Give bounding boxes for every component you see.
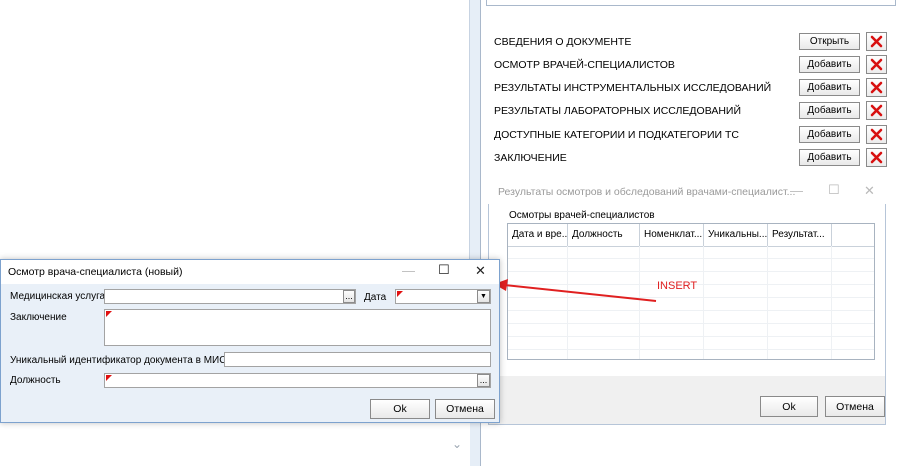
required-marker (106, 375, 112, 381)
date-dropdown-button[interactable]: ▼ (477, 290, 490, 303)
uid-field[interactable] (224, 352, 491, 367)
grid-column-header[interactable]: Уникальны... (704, 224, 768, 246)
section-label-instrumental: РЕЗУЛЬТАТЫ ИНСТРУМЕНТАЛЬНЫХ ИССЛЕДОВАНИЙ (494, 82, 772, 94)
exam-ok-button[interactable]: Ok (370, 399, 430, 419)
grid-header: Дата и вре... Должность Номенклат... Уни… (508, 224, 874, 247)
section-label-laboratory: РЕЗУЛЬТАТЫ ЛАБОРАТОРНЫХ ИССЛЕДОВАНИЙ (494, 105, 742, 117)
required-marker (397, 291, 403, 297)
section-label-specialists: ОСМОТР ВРАЧЕЙ-СПЕЦИАЛИСТОВ (494, 59, 675, 71)
minimize-icon[interactable]: — (790, 183, 803, 198)
section-label-conclusion: ЗАКЛЮЧЕНИЕ (494, 152, 567, 164)
annotation-arrow (494, 279, 657, 302)
delete-laboratory-button[interactable] (866, 101, 887, 120)
add-categories-button[interactable]: Добавить (799, 126, 860, 143)
add-instrumental-button[interactable]: Добавить (799, 79, 860, 96)
grid-column-header[interactable]: Должность (568, 224, 640, 246)
close-icon[interactable]: ✕ (864, 183, 875, 199)
add-conclusion-button[interactable]: Добавить (799, 149, 860, 166)
chevron-down-icon[interactable]: ⌄ (452, 437, 462, 451)
annotation-text: INSERT (657, 280, 698, 292)
required-marker (106, 311, 112, 317)
position-field[interactable] (104, 373, 491, 388)
add-laboratory-button[interactable]: Добавить (799, 102, 860, 119)
red-x-icon (870, 128, 883, 141)
conclusion-label: Заключение (10, 312, 67, 323)
delete-specialists-button[interactable] (866, 55, 887, 74)
results-dialog-titlebar[interactable]: Результаты осмотров и обследований врача… (488, 180, 886, 204)
grid-column-header[interactable]: Номенклат... (640, 224, 704, 246)
date-label: Дата (364, 292, 387, 303)
maximize-icon[interactable]: ☐ (438, 262, 450, 278)
delete-instrumental-button[interactable] (866, 78, 887, 97)
service-label: Медицинская услуга (10, 291, 106, 302)
top-field[interactable] (486, 0, 896, 6)
exam-dialog-title: Осмотр врача-специалиста (новый) (8, 266, 183, 278)
maximize-icon[interactable]: ☐ (828, 182, 840, 198)
left-bottom-panel: ⌄ (0, 418, 470, 466)
results-ok-button[interactable]: Ok (760, 396, 818, 417)
delete-document-button[interactable] (866, 32, 887, 51)
close-icon[interactable]: ✕ (475, 263, 486, 279)
results-cancel-button[interactable]: Отмена (825, 396, 885, 417)
position-label: Должность (10, 375, 61, 386)
delete-conclusion-button[interactable] (866, 148, 887, 167)
grid-label: Осмотры врачей-специалистов (509, 210, 655, 221)
add-specialists-button[interactable]: Добавить (799, 56, 860, 73)
uid-label: Уникальный идентификатор документа в МИС (10, 355, 227, 366)
red-x-icon (870, 81, 883, 94)
exam-dialog-titlebar[interactable]: Осмотр врача-специалиста (новый) — ☐ ✕ (1, 260, 499, 284)
conclusion-field[interactable] (104, 309, 491, 346)
results-dialog-title: Результаты осмотров и обследований врача… (498, 186, 796, 198)
section-label-categories: ДОСТУПНЫЕ КАТЕГОРИИ И ПОДКАТЕГОРИИ ТС (494, 129, 739, 141)
open-document-button[interactable]: Открыть (799, 33, 860, 50)
delete-categories-button[interactable] (866, 125, 887, 144)
red-x-icon (870, 58, 883, 71)
red-x-icon (870, 151, 883, 164)
red-x-icon (870, 104, 883, 117)
minimize-icon[interactable]: — (402, 263, 415, 278)
grid-column-header[interactable]: Дата и вре... (508, 224, 568, 246)
grid-column-header[interactable]: Результат... (768, 224, 832, 246)
service-field[interactable] (104, 289, 356, 304)
section-label-document-info: СВЕДЕНИЯ О ДОКУМЕНТЕ (494, 36, 632, 48)
service-dots-button[interactable]: ... (343, 290, 355, 303)
position-dots-button[interactable]: ... (477, 374, 490, 387)
red-x-icon (870, 35, 883, 48)
exam-cancel-button[interactable]: Отмена (435, 399, 495, 419)
